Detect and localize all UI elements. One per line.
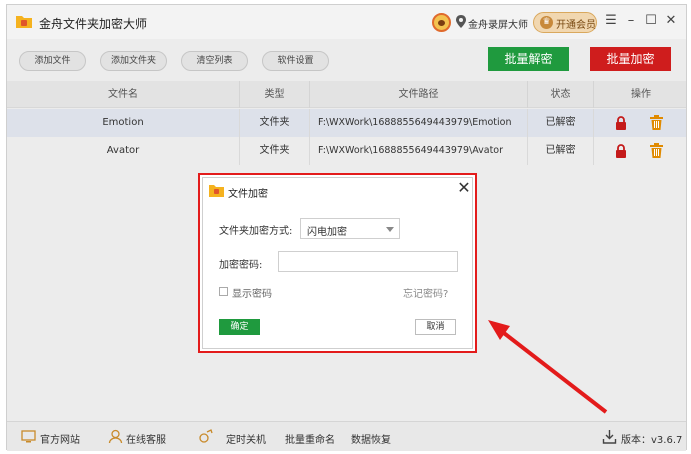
trash-icon[interactable] — [650, 143, 663, 158]
maximize-icon[interactable]: ☐ — [643, 13, 659, 29]
row-status: 已解密 — [528, 137, 594, 165]
header-actions: 操作 — [631, 89, 651, 100]
website-link[interactable]: 官方网站 — [40, 431, 80, 446]
forgot-password-link[interactable]: 忘记密码? — [403, 285, 448, 300]
status-bar: 官方网站 在线客服 定时关机 批量重命名 数据恢复 版本：v3.6.7 — [7, 421, 686, 451]
table-row[interactable]: Avator 文件夹 F:\WXWork\1688855649443979\Av… — [7, 137, 686, 165]
password-label: 加密密码: — [219, 260, 263, 271]
add-file-button[interactable]: 添加文件 — [19, 51, 86, 71]
close-icon[interactable]: ✕ — [663, 13, 679, 29]
row-name: Avator — [7, 137, 240, 165]
app-logo-icon — [16, 16, 32, 28]
recorder-avatar-icon[interactable] — [432, 13, 451, 32]
row-type: 文件夹 — [240, 137, 310, 165]
dialog-close-icon[interactable]: ✕ — [457, 180, 471, 196]
chevron-down-icon — [386, 227, 394, 232]
method-select-value: 闪电加密 — [307, 227, 347, 238]
row-path: F:\WXWork\1688855649443979\Avator — [310, 137, 528, 165]
shutdown-timer-icon — [199, 429, 213, 443]
recovery-link[interactable]: 数据恢复 — [351, 431, 391, 446]
title-bar: 金舟文件夹加密大师 金舟录屏大师 ♛ 开通会员 ☰ – ☐ ✕ — [7, 5, 686, 39]
show-password-label[interactable]: 显示密码 — [232, 285, 272, 300]
table-header: 文件名 类型 文件路径 状态 操作 — [7, 81, 686, 108]
app-title: 金舟文件夹加密大师 — [39, 17, 148, 31]
show-password-checkbox[interactable] — [219, 287, 228, 296]
row-status: 已解密 — [528, 109, 594, 137]
dialog-title: 文件加密 — [228, 189, 268, 200]
vip-button[interactable]: ♛ 开通会员 — [533, 12, 597, 33]
password-input[interactable] — [278, 251, 458, 272]
add-folder-button[interactable]: 添加文件夹 — [100, 51, 167, 71]
clear-list-button[interactable]: 清空列表 — [181, 51, 248, 71]
dialog-highlight-frame: 文件加密 ✕ 文件夹加密方式: 闪电加密 加密密码: 显示密码 忘记密码? 确定… — [198, 173, 477, 353]
settings-button[interactable]: 软件设置 — [262, 51, 329, 71]
header-status: 状态 — [528, 81, 594, 108]
recorder-link[interactable]: 金舟录屏大师 — [468, 16, 528, 31]
shutdown-link[interactable]: 定时关机 — [226, 431, 266, 446]
lock-icon[interactable] — [615, 144, 627, 158]
table-row[interactable]: Emotion 文件夹 F:\WXWork\1688855649443979\E… — [7, 109, 686, 137]
monitor-icon — [21, 430, 36, 443]
vip-crown-icon: ♛ — [540, 16, 553, 29]
header-path: 文件路径 — [310, 81, 528, 108]
batch-decrypt-button[interactable]: 批量解密 — [488, 47, 569, 71]
vip-label: 开通会员 — [556, 20, 596, 31]
row-path: F:\WXWork\1688855649443979\Emotion — [310, 109, 528, 137]
row-name: Emotion — [7, 109, 240, 137]
row-type: 文件夹 — [240, 109, 310, 137]
cancel-button[interactable]: 取消 — [415, 319, 456, 335]
support-link[interactable]: 在线客服 — [126, 431, 166, 446]
download-icon — [602, 430, 617, 444]
folder-lock-icon — [209, 185, 224, 197]
menu-icon[interactable]: ☰ — [603, 13, 619, 29]
encrypt-dialog: 文件加密 ✕ 文件夹加密方式: 闪电加密 加密密码: 显示密码 忘记密码? 确定… — [202, 177, 473, 349]
rename-link[interactable]: 批量重命名 — [285, 431, 335, 446]
trash-icon[interactable] — [650, 115, 663, 130]
confirm-button[interactable]: 确定 — [219, 319, 260, 335]
method-select[interactable]: 闪电加密 — [300, 218, 400, 239]
header-name: 文件名 — [7, 81, 240, 108]
location-pin-icon — [456, 15, 466, 28]
version-label: 版本：v3.6.7 — [621, 435, 683, 446]
batch-encrypt-button[interactable]: 批量加密 — [590, 47, 671, 71]
lock-icon[interactable] — [615, 116, 627, 130]
minimize-icon[interactable]: – — [623, 13, 639, 29]
method-label: 文件夹加密方式: — [219, 226, 293, 237]
header-type: 类型 — [240, 81, 310, 108]
support-icon — [108, 429, 123, 444]
toolbar: 添加文件 添加文件夹 清空列表 软件设置 批量解密 批量加密 — [7, 39, 686, 81]
